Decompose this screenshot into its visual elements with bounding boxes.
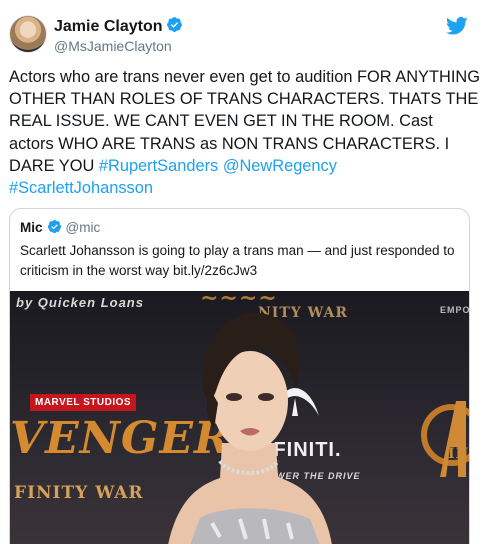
quoted-author-name: Mic [20, 220, 43, 235]
verified-badge-icon [47, 219, 61, 234]
quoted-photo[interactable]: by Quicken Loans ~~~~ NITY WAR EMPO MARV… [10, 291, 469, 544]
quoted-text: Scarlett Johansson is going to play a tr… [20, 241, 460, 281]
twitter-bird-icon[interactable] [446, 16, 468, 36]
infinity-right-logo: INF [448, 446, 469, 462]
quoted-author-handle: @mic [65, 220, 101, 235]
mention-link[interactable]: @NewRegency [223, 157, 337, 175]
author-handle[interactable]: @MsJamieClayton [54, 38, 172, 54]
empo-logo: EMPO [440, 305, 469, 315]
quoted-tweet[interactable]: Mic @mic Scarlett Johansson is going to p… [9, 208, 470, 544]
verified-badge-icon [167, 17, 183, 32]
actress-photo [168, 313, 332, 544]
author-name[interactable]: Jamie Clayton [54, 18, 162, 35]
avengers-a-logo-icon [421, 401, 469, 477]
tweet-text: Actors who are trans never even get to a… [9, 66, 481, 199]
quoted-author-row: Mic @mic [20, 219, 100, 235]
sponsor-logo: by Quicken Loans [16, 295, 144, 310]
tweet-card: Jamie Clayton @MsJamieClayton Actors who… [0, 0, 488, 544]
infinity-war-logo: FINITY WAR [14, 483, 144, 503]
marvel-studios-logo: MARVEL STUDIOS [30, 394, 137, 411]
quoted-link[interactable]: bit.ly/2z6cJw3 [173, 263, 257, 278]
hashtag-link[interactable]: #ScarlettJohansson [9, 179, 153, 197]
author-name-row[interactable]: Jamie Clayton [54, 16, 183, 36]
hashtag-link[interactable]: #RupertSanders [99, 157, 218, 175]
author-avatar[interactable] [9, 15, 47, 53]
